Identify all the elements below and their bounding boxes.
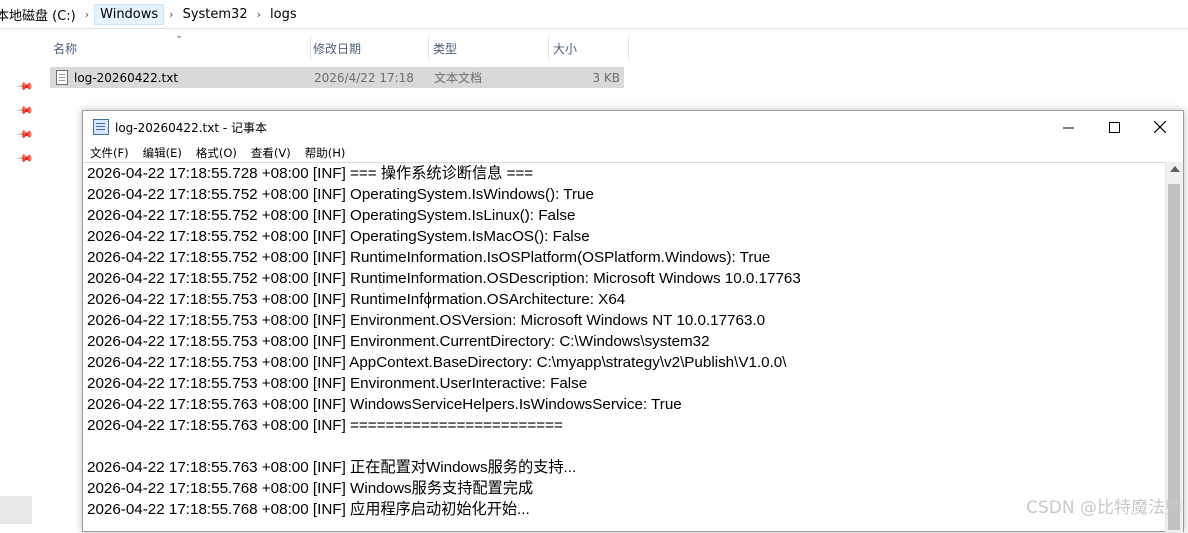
column-header-type[interactable]: 类型 [430,34,549,62]
vertical-scrollbar[interactable] [1165,162,1183,532]
log-line: 2026-04-22 17:18:55.768 +08:00 [INF] Win… [87,480,534,497]
breadcrumb-drive-c[interactable]: 本地磁盘 (C:) [0,5,80,24]
chevron-right-icon[interactable]: › [252,8,266,21]
address-breadcrumb: 本地磁盘 (C:) › Windows › System32 › logs [0,0,1188,29]
pin-icon[interactable]: 📌 [15,149,34,168]
file-size: 3 KB [592,70,620,85]
log-line: 2026-04-22 17:18:55.753 +08:00 [INF] Env… [87,375,588,392]
column-header-size-label: 大小 [553,41,578,56]
text-editor[interactable]: 2026-04-22 17:18:55.728 +08:00 [INF] ===… [83,162,1165,533]
log-line: 2026-04-22 17:18:55.768 +08:00 [INF] 应用程… [87,501,530,518]
menu-view[interactable]: 查看(V) [244,145,298,161]
log-line: 2026-04-22 17:18:55.763 +08:00 [INF] 正在配… [87,459,577,476]
minimize-icon [1062,127,1074,128]
close-button[interactable] [1137,111,1183,143]
log-line: 2026-04-22 17:18:55.728 +08:00 [INF] ===… [87,165,534,182]
maximize-button[interactable] [1091,111,1137,143]
log-line: 2026-04-22 17:18:55.752 +08:00 [INF] Ope… [87,186,594,203]
maximize-icon [1108,121,1120,133]
menu-format[interactable]: 格式(O) [189,145,244,161]
log-line: 2026-04-22 17:18:55.753 +08:00 [INF] Env… [87,312,766,329]
breadcrumb-logs[interactable]: logs [266,7,301,22]
text-caret [428,292,429,308]
menu-bar: 文件(F) 编辑(E) 格式(O) 查看(V) 帮助(H) [83,143,352,162]
breadcrumb-windows[interactable]: Windows [94,3,165,25]
close-icon [1154,121,1166,133]
column-header-date[interactable]: 修改日期 [310,34,429,62]
scroll-up-arrow-icon[interactable] [1170,166,1180,172]
chevron-right-icon[interactable]: › [164,8,178,21]
pin-icon[interactable]: 📌 [15,101,34,120]
log-line: 2026-04-22 17:18:55.753 +08:00 [INF] Run… [87,291,626,308]
file-type: 文本文档 [434,71,483,85]
log-line: 2026-04-22 17:18:55.752 +08:00 [INF] Ope… [87,228,590,245]
menu-file[interactable]: 文件(F) [83,145,136,161]
log-line: 2026-04-22 17:18:55.763 +08:00 [INF] ===… [87,417,563,434]
column-header-date-label: 修改日期 [313,41,362,56]
column-header-name-label: 名称 [53,41,78,56]
column-header-size[interactable]: 大小 [550,34,629,62]
nav-pane-strip [0,496,32,524]
column-header-name[interactable]: 名称 [50,34,311,62]
file-list-row[interactable]: log-20260422.txt 2026/4/22 17:18 文本文档 3 … [50,67,624,88]
chevron-right-icon[interactable]: › [80,8,94,21]
notepad-window: log-20260422.txt - 记事本 文件(F) 编辑(E) 格式(O)… [82,110,1184,532]
log-line: 2026-04-22 17:18:55.753 +08:00 [INF] App… [87,354,787,371]
log-line: 2026-04-22 17:18:55.752 +08:00 [INF] Ope… [87,207,576,224]
log-line: 2026-04-22 17:18:55.753 +08:00 [INF] Env… [87,333,710,350]
watermark: CSDN @比特魔法师 [1026,498,1182,518]
minimize-button[interactable] [1045,111,1091,143]
breadcrumb-system32[interactable]: System32 [179,7,252,22]
window-title: log-20260422.txt - 记事本 [115,120,267,135]
file-name: log-20260422.txt [74,70,179,85]
file-date: 2026/4/22 17:18 [314,70,414,85]
text-file-icon [56,70,68,85]
title-bar[interactable]: log-20260422.txt - 记事本 [83,111,1183,143]
notepad-icon [93,119,109,135]
scrollbar-thumb[interactable] [1168,184,1180,530]
column-header-type-label: 类型 [433,41,458,56]
menu-edit[interactable]: 编辑(E) [136,145,189,161]
log-line: 2026-04-22 17:18:55.752 +08:00 [INF] Run… [87,270,801,287]
file-name-cell: log-20260422.txt [56,70,178,85]
log-line: 2026-04-22 17:18:55.752 +08:00 [INF] Run… [87,249,771,266]
pin-icon[interactable]: 📌 [15,125,34,144]
pin-icon[interactable]: 📌 [15,77,34,96]
menu-help[interactable]: 帮助(H) [298,145,353,161]
log-line: 2026-04-22 17:18:55.763 +08:00 [INF] Win… [87,396,682,413]
